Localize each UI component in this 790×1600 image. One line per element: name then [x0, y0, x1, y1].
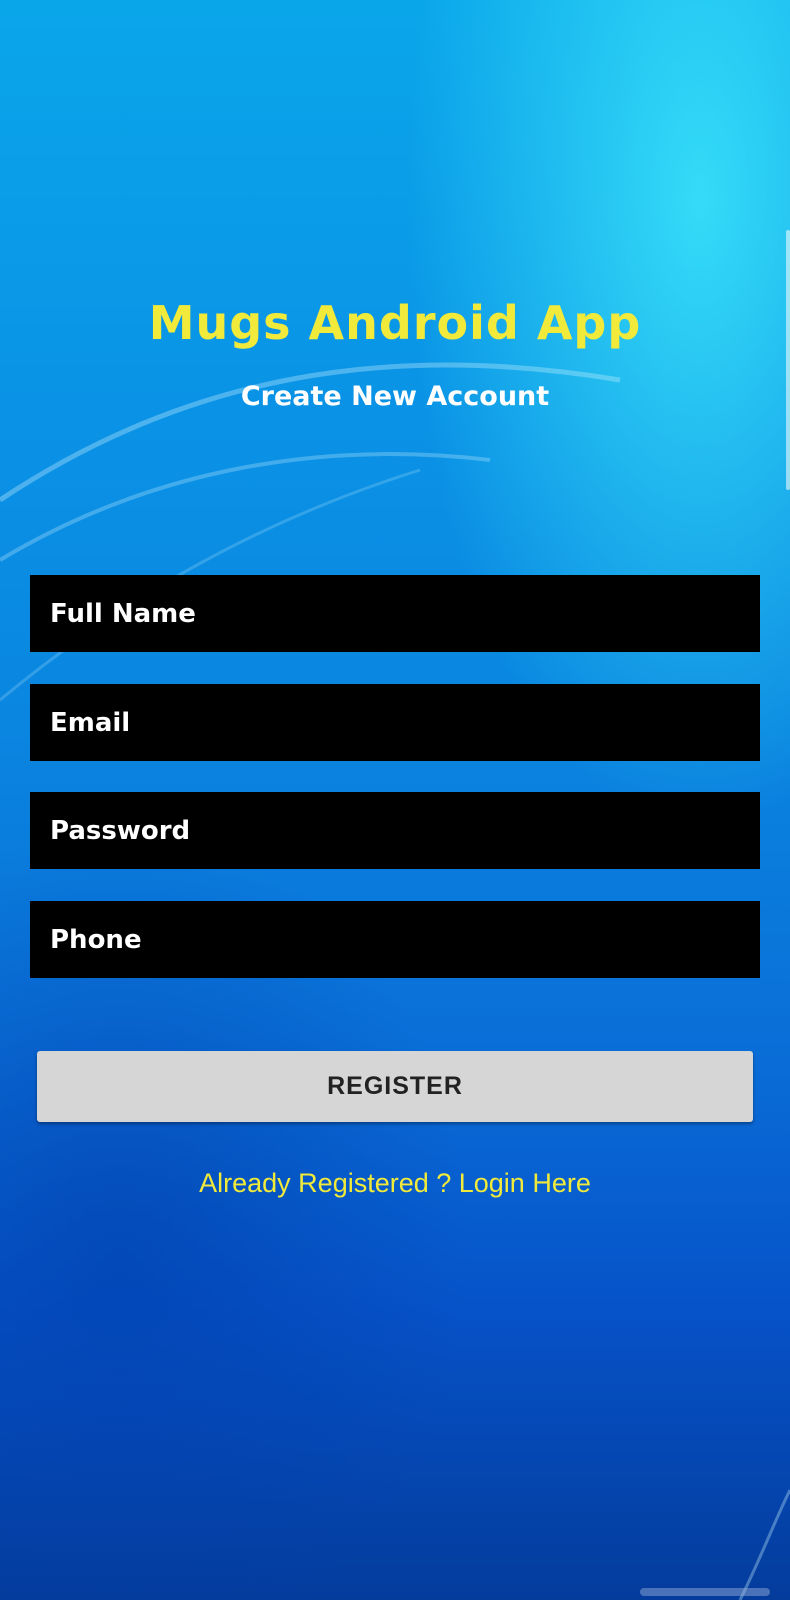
- email-field[interactable]: Email: [30, 684, 760, 761]
- edge-scroll-indicator: [786, 230, 790, 490]
- login-link[interactable]: Already Registered ? Login Here: [0, 1168, 790, 1199]
- phone-field[interactable]: Phone: [30, 901, 760, 978]
- full-name-field[interactable]: Full Name: [30, 575, 760, 652]
- app-title: Mugs Android App: [148, 296, 642, 350]
- page-subtitle: Create New Account: [240, 381, 550, 412]
- password-placeholder: Password: [50, 815, 191, 846]
- register-screen: Mugs Android App Create New Account Full…: [0, 0, 790, 1600]
- phone-placeholder: Phone: [50, 924, 142, 955]
- email-placeholder: Email: [50, 707, 131, 738]
- password-field[interactable]: Password: [30, 792, 760, 869]
- navigation-hint-bar: [640, 1588, 770, 1596]
- register-button[interactable]: REGISTER: [37, 1051, 753, 1122]
- full-name-placeholder: Full Name: [50, 598, 196, 629]
